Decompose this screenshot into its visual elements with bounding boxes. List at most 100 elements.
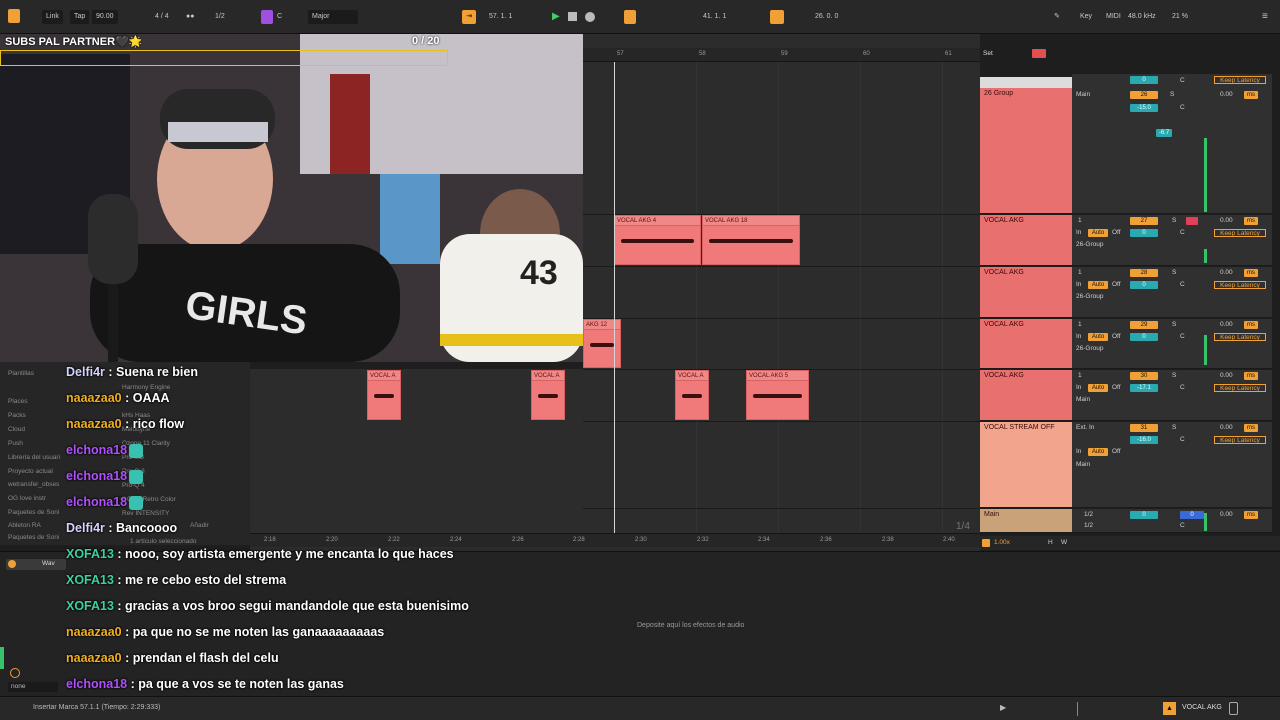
track-number-button[interactable]: 29 — [1130, 321, 1158, 329]
monitor-auto[interactable]: Auto — [1088, 384, 1108, 392]
track-header[interactable]: VOCAL AKG — [980, 319, 1072, 369]
solo-button[interactable]: S — [1172, 371, 1176, 380]
tap-button[interactable]: Tap — [70, 10, 90, 24]
play-icon[interactable]: ▶ — [552, 10, 560, 24]
track-name[interactable]: VOCAL AKG — [984, 269, 1024, 276]
song-position[interactable]: 57. 1. 1 — [489, 10, 512, 24]
set-button[interactable]: Set — [983, 50, 993, 57]
solo-button[interactable]: S — [1172, 268, 1176, 277]
monitor-in[interactable]: In — [1076, 280, 1081, 289]
keep-latency-button[interactable]: Keep Latency — [1214, 436, 1266, 444]
output-routing[interactable]: 26-Group — [1076, 240, 1103, 249]
browser-item[interactable]: Packs — [8, 412, 26, 419]
keep-latency-button[interactable]: Keep Latency — [1214, 384, 1266, 392]
cue-field[interactable]: 0 — [1180, 511, 1204, 519]
draw-mode-icon[interactable]: ✎ — [1054, 10, 1060, 24]
output-routing[interactable]: 26-Group — [1076, 344, 1103, 353]
time-signature[interactable]: 4 / 4 — [155, 10, 169, 24]
monitor-in[interactable]: In — [1076, 383, 1081, 392]
output-routing[interactable]: 26-Group — [1076, 292, 1103, 301]
monitor-off[interactable]: Off — [1112, 332, 1121, 341]
width-toggle[interactable]: W — [1061, 538, 1067, 547]
track-delay[interactable]: 0.00 — [1220, 320, 1233, 329]
volume-field[interactable]: 0 — [1130, 511, 1158, 519]
pan-value[interactable]: C — [1180, 332, 1185, 341]
record-icon[interactable] — [585, 12, 595, 22]
pan-value[interactable]: C — [1180, 103, 1185, 112]
output-routing[interactable]: Main — [1076, 395, 1090, 404]
audio-clip[interactable]: VOCAL A — [675, 370, 709, 420]
beat-ruler[interactable]: 57 58 59 60 61 — [583, 48, 980, 62]
pan-value[interactable]: C — [1180, 521, 1185, 530]
track-header[interactable]: VOCAL AKG — [980, 267, 1072, 318]
solo-button[interactable]: S — [1170, 90, 1174, 99]
stop-icon[interactable] — [568, 12, 577, 21]
solo-button[interactable]: S — [1172, 423, 1176, 432]
device-knob-icon[interactable] — [10, 668, 20, 678]
main-track-header[interactable]: Main — [980, 509, 1072, 533]
scale-mode-icon[interactable] — [261, 10, 273, 24]
add-button[interactable]: Añadir — [190, 522, 209, 529]
zoom-level[interactable]: 1.00x — [994, 538, 1010, 547]
key-select[interactable]: C — [277, 10, 282, 24]
track-name[interactable]: Main — [984, 511, 999, 518]
audio-clip[interactable]: VOCAL AKG 4 — [614, 215, 701, 265]
keep-latency-button[interactable]: Keep Latency — [1214, 281, 1266, 289]
pan-value[interactable]: C — [1180, 280, 1185, 289]
pan-value[interactable]: C — [1180, 383, 1185, 392]
delay-unit[interactable]: ms — [1244, 372, 1258, 380]
track-delay[interactable]: 0.00 — [1220, 216, 1233, 225]
keep-latency-button[interactable]: Keep Latency — [1214, 229, 1266, 237]
browser-item[interactable]: Plantillas — [8, 370, 34, 377]
input-type[interactable]: Ext. In — [1076, 423, 1094, 432]
delay-unit[interactable]: ms — [1244, 91, 1258, 99]
delay-unit[interactable]: ms — [1244, 269, 1258, 277]
delay-unit[interactable]: ms — [1244, 217, 1258, 225]
loop-length[interactable]: 26. 0. 0 — [815, 10, 838, 24]
volume-field[interactable]: -15.0 — [1130, 104, 1158, 112]
track-name[interactable]: VOCAL STREAM OFF — [984, 424, 1055, 431]
device-power-icon[interactable] — [8, 560, 16, 568]
midi-map-label[interactable]: MIDI — [1106, 10, 1121, 24]
track-number-button[interactable]: 26 — [1130, 91, 1158, 99]
audio-clip[interactable]: VOCAL AKG 18 — [702, 215, 800, 265]
quantize-select[interactable]: 1/2 — [215, 10, 225, 24]
audio-clip[interactable]: VOCAL AKG 5 — [746, 370, 809, 420]
track-number-button[interactable]: 28 — [1130, 269, 1158, 277]
pan-value[interactable]: C — [1180, 228, 1185, 237]
marker-icon[interactable] — [1032, 49, 1046, 58]
track-delay[interactable]: 0.00 — [1220, 510, 1233, 519]
device-select[interactable]: none — [8, 682, 58, 692]
loop-toggle-icon[interactable] — [770, 10, 784, 24]
monitor-off[interactable]: Off — [1112, 383, 1121, 392]
play-icon[interactable]: ▶ — [1000, 703, 1006, 712]
monitor-auto[interactable]: Auto — [1088, 333, 1108, 341]
keep-latency-button[interactable]: Keep Latency — [1214, 76, 1266, 84]
delay-unit[interactable]: ms — [1244, 511, 1258, 519]
input-channel[interactable]: 1 — [1078, 371, 1082, 380]
browser-item[interactable]: Push — [8, 440, 23, 447]
track-name[interactable]: VOCAL AKG — [984, 217, 1024, 224]
output-routing[interactable]: Main — [1076, 460, 1090, 469]
monitor-in[interactable]: In — [1076, 332, 1081, 341]
plugin-item[interactable]: Rev INTENSITY — [122, 510, 169, 517]
solo-button[interactable]: S — [1172, 320, 1176, 329]
playhead[interactable] — [614, 62, 615, 540]
monitor-auto[interactable]: Auto — [1088, 448, 1108, 456]
browser-item[interactable]: Paquetes de Soni — [8, 509, 59, 516]
tempo-field[interactable]: 90.00 — [92, 10, 118, 24]
volume-field[interactable]: 0 — [1130, 281, 1158, 289]
browser-item[interactable]: Cloud — [8, 426, 25, 433]
track-header[interactable]: VOCAL AKG — [980, 215, 1072, 266]
track-number-button[interactable]: 30 — [1130, 372, 1158, 380]
height-toggle[interactable]: H — [1048, 538, 1053, 547]
audio-clip[interactable]: AKG 12 — [583, 319, 621, 368]
track-delay[interactable]: 0.00 — [1220, 268, 1233, 277]
volume-field[interactable]: -17.1 — [1130, 384, 1158, 392]
track-header[interactable]: 26 Group — [980, 88, 1072, 214]
zoom-icon[interactable] — [982, 539, 990, 547]
track-name[interactable]: VOCAL AKG — [984, 321, 1024, 328]
volume-field[interactable]: 0 — [1130, 229, 1158, 237]
automation-arm-icon[interactable] — [624, 10, 636, 24]
browser-item[interactable]: Librería del usuari — [8, 454, 60, 461]
